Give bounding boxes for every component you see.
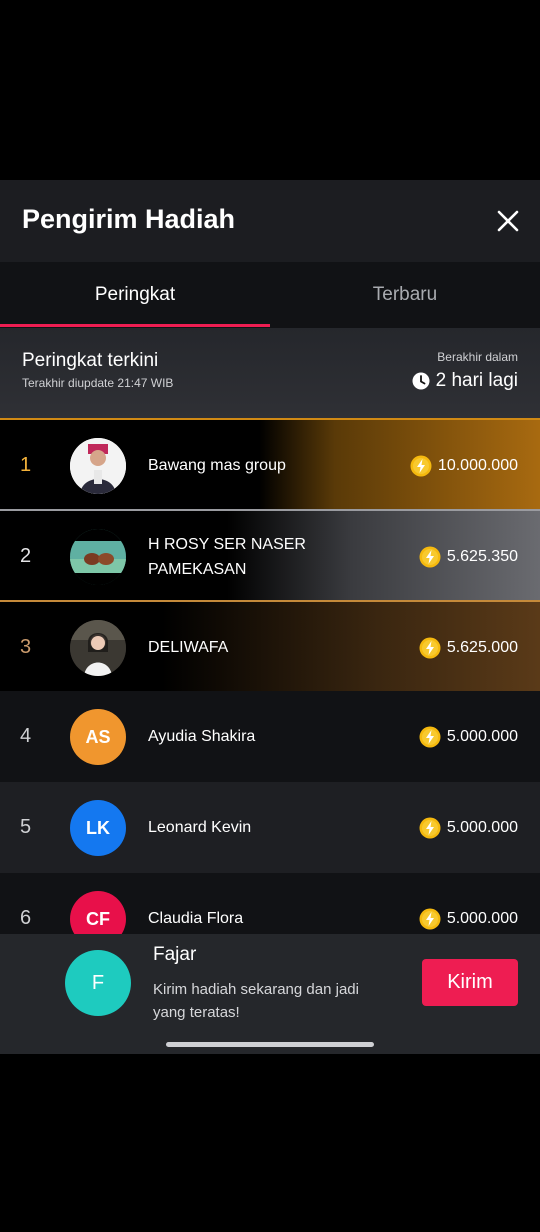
amount-value: 5.625.000 xyxy=(446,638,518,656)
coin-bolt-icon xyxy=(419,637,441,658)
send-gift-button[interactable]: Kirim xyxy=(422,959,518,1006)
avatar: CF xyxy=(70,891,126,934)
ends-label: Berakhir dalam xyxy=(437,350,518,364)
avatar xyxy=(70,438,126,494)
coin-amount: 5.625.000 xyxy=(419,602,518,693)
rank-number: 5 xyxy=(20,816,32,838)
summary-title: Peringkat terkini xyxy=(22,350,159,371)
ends-countdown: 2 hari lagi xyxy=(412,370,518,392)
rank-number: 6 xyxy=(20,907,32,929)
coin-bolt-icon xyxy=(419,908,441,929)
home-indicator[interactable] xyxy=(166,1042,374,1047)
avatar: AS xyxy=(70,709,126,765)
amount-value: 5.625.350 xyxy=(446,547,518,565)
coin-amount: 10.000.000 xyxy=(410,420,518,511)
amount-value: 5.000.000 xyxy=(446,909,518,927)
sender-name: Leonard Kevin xyxy=(148,819,252,836)
coin-amount: 5.625.350 xyxy=(419,511,518,602)
last-updated-text: Terakhir diupdate 21:47 WIB xyxy=(22,376,174,390)
amount-value: 10.000.000 xyxy=(437,456,518,474)
close-icon[interactable] xyxy=(493,206,523,236)
avatar xyxy=(70,529,126,585)
leaderboard-row[interactable]: 2 H ROSY SER NASER PAMEKASAN 5.625.350 xyxy=(0,509,540,600)
coin-amount: 5.000.000 xyxy=(419,873,518,934)
leaderboard-row[interactable]: 5 LK Leonard Kevin 5.000.000 xyxy=(0,782,540,873)
current-user-name: Fajar xyxy=(153,944,197,965)
avatar: F xyxy=(65,950,131,1016)
sender-name: DELIWAFA xyxy=(148,639,229,656)
avatar xyxy=(70,620,126,676)
tab-terbaru[interactable]: Terbaru xyxy=(270,262,540,328)
coin-bolt-icon xyxy=(419,817,441,838)
call-to-action-text: Kirim hadiah sekarang dan jadi yang tera… xyxy=(153,981,359,1021)
rank-number: 1 xyxy=(20,454,32,476)
leaderboard-row[interactable]: 4 AS Ayudia Shakira 5.000.000 xyxy=(0,691,540,782)
sheet-header: Pengirim Hadiah xyxy=(0,180,540,262)
leaderboard-row[interactable]: 3 DELIWAFA 5.625.000 xyxy=(0,600,540,691)
sender-name: Ayudia Shakira xyxy=(148,728,256,745)
coin-bolt-icon xyxy=(419,546,441,567)
clock-icon xyxy=(412,372,430,390)
coin-amount: 5.000.000 xyxy=(419,691,518,782)
sender-name: H ROSY SER NASER PAMEKASAN xyxy=(148,535,306,578)
rank-number: 3 xyxy=(20,636,32,658)
sheet-title: Pengirim Hadiah xyxy=(22,204,236,234)
rank-number: 4 xyxy=(20,725,32,747)
active-tab-indicator xyxy=(0,324,270,327)
sender-name: Claudia Flora xyxy=(148,910,244,927)
amount-value: 5.000.000 xyxy=(446,818,518,836)
coin-bolt-icon xyxy=(410,455,432,476)
current-user-bar: F Fajar Kirim hadiah sekarang dan jadi y… xyxy=(0,934,540,1054)
rank-number: 2 xyxy=(20,545,32,567)
avatar: LK xyxy=(70,800,126,856)
amount-value: 5.000.000 xyxy=(446,727,518,745)
leaderboard-row[interactable]: 6 CF Claudia Flora 5.000.000 xyxy=(0,873,540,934)
ranking-summary: Peringkat terkini Terakhir diupdate 21:4… xyxy=(0,328,540,418)
coin-bolt-icon xyxy=(419,726,441,747)
leaderboard-row[interactable]: 1 Bawang mas group 10.000.000 xyxy=(0,418,540,509)
gift-senders-sheet: Pengirim Hadiah Peringkat Terbaru Pering… xyxy=(0,180,540,1054)
sender-name: Bawang mas group xyxy=(148,457,286,474)
coin-amount: 5.000.000 xyxy=(419,782,518,873)
tab-bar: Peringkat Terbaru xyxy=(0,262,540,328)
tab-peringkat[interactable]: Peringkat xyxy=(0,262,270,328)
ends-value: 2 hari lagi xyxy=(435,370,518,391)
leaderboard-list: 1 Bawang mas group 10.000.000 2 H ROSY S… xyxy=(0,418,540,934)
